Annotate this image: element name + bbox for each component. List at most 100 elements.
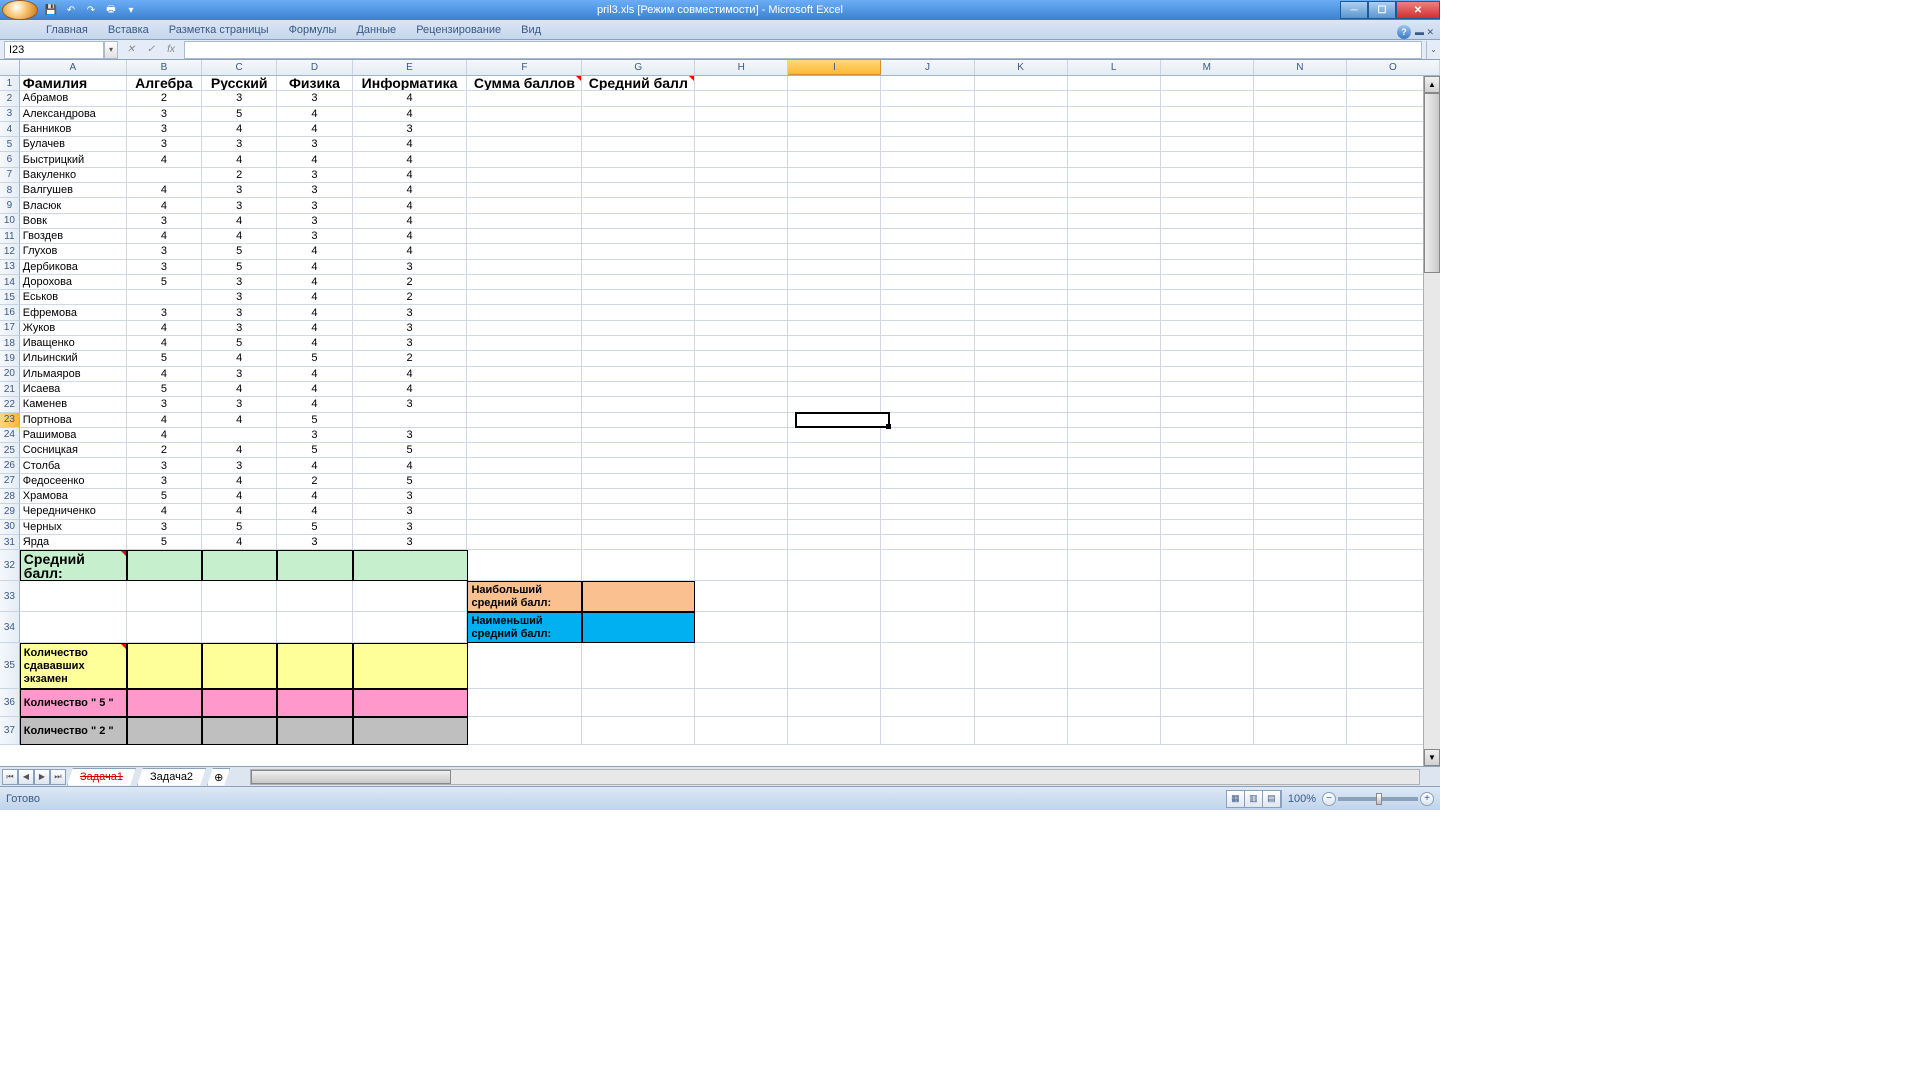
cell[interactable]: 4 xyxy=(127,229,202,244)
cell[interactable] xyxy=(695,504,788,519)
cell[interactable] xyxy=(582,581,695,612)
row-header[interactable]: 10 xyxy=(0,214,20,229)
column-header[interactable]: M xyxy=(1161,60,1254,75)
cell[interactable] xyxy=(582,717,695,745)
cell[interactable] xyxy=(881,535,974,550)
cell[interactable]: 3 xyxy=(277,183,352,198)
cell[interactable] xyxy=(788,458,881,473)
vertical-scrollbar[interactable]: ▲ ▼ xyxy=(1423,76,1440,766)
cell[interactable] xyxy=(1254,107,1347,122)
cell[interactable] xyxy=(1254,504,1347,519)
cell[interactable] xyxy=(127,550,202,581)
cell[interactable] xyxy=(1161,550,1254,581)
cell[interactable]: 3 xyxy=(127,107,202,122)
cell[interactable]: Дорохова xyxy=(20,275,127,290)
spreadsheet-grid[interactable]: ABCDEFGHIJKLMNO 1ФамилияАлгебраРусскийФи… xyxy=(0,60,1440,766)
cell[interactable]: Наибольший средний балл: xyxy=(467,581,582,612)
cell[interactable] xyxy=(975,612,1068,643)
cell[interactable] xyxy=(1068,260,1161,275)
cell[interactable]: 4 xyxy=(202,413,277,428)
cell[interactable] xyxy=(1161,443,1254,458)
cell[interactable] xyxy=(467,91,582,106)
cell[interactable] xyxy=(582,214,695,229)
cell[interactable] xyxy=(582,305,695,320)
cell[interactable]: 4 xyxy=(277,397,352,412)
cell[interactable] xyxy=(881,76,974,91)
cell[interactable]: 3 xyxy=(202,321,277,336)
cell[interactable] xyxy=(1068,520,1161,535)
cancel-formula-icon[interactable]: ✕ xyxy=(122,41,140,59)
cell[interactable]: Портнова xyxy=(20,413,127,428)
cell[interactable]: 3 xyxy=(127,137,202,152)
cell[interactable] xyxy=(695,397,788,412)
cell[interactable] xyxy=(1068,321,1161,336)
column-header[interactable]: N xyxy=(1254,60,1347,75)
cell[interactable]: 5 xyxy=(127,489,202,504)
cell[interactable]: 3 xyxy=(127,458,202,473)
cell[interactable] xyxy=(277,581,352,612)
cell[interactable] xyxy=(1161,351,1254,366)
cell[interactable] xyxy=(695,643,788,689)
cell[interactable]: 2 xyxy=(277,474,352,489)
cell[interactable] xyxy=(277,689,352,717)
cell[interactable] xyxy=(1161,336,1254,351)
cell[interactable]: 3 xyxy=(353,305,468,320)
row-header[interactable]: 34 xyxy=(0,612,20,643)
cell[interactable] xyxy=(788,152,881,167)
column-header[interactable]: F xyxy=(467,60,582,75)
cell[interactable] xyxy=(582,413,695,428)
close-button[interactable]: ✕ xyxy=(1396,1,1440,19)
cell[interactable] xyxy=(975,397,1068,412)
cell[interactable] xyxy=(1068,397,1161,412)
cell[interactable] xyxy=(881,428,974,443)
print-icon[interactable]: 🖶 xyxy=(102,1,120,19)
cell[interactable] xyxy=(788,244,881,259)
cell[interactable] xyxy=(1161,520,1254,535)
cell[interactable] xyxy=(975,717,1068,745)
cell[interactable] xyxy=(582,198,695,213)
cell[interactable] xyxy=(1161,581,1254,612)
cell[interactable] xyxy=(788,305,881,320)
cell[interactable]: Абрамов xyxy=(20,91,127,106)
cell[interactable] xyxy=(467,443,582,458)
cell[interactable]: Алгебра xyxy=(127,76,202,91)
cell[interactable] xyxy=(1068,168,1161,183)
cell[interactable]: 3 xyxy=(277,198,352,213)
cell[interactable]: 4 xyxy=(277,305,352,320)
cell[interactable]: 4 xyxy=(277,290,352,305)
row-header[interactable]: 4 xyxy=(0,122,20,137)
cell[interactable] xyxy=(1161,290,1254,305)
cell[interactable] xyxy=(695,107,788,122)
cell[interactable]: 5 xyxy=(127,275,202,290)
cell[interactable] xyxy=(881,351,974,366)
cell[interactable]: 2 xyxy=(353,275,468,290)
cell[interactable] xyxy=(975,458,1068,473)
cell[interactable] xyxy=(582,290,695,305)
cell[interactable]: 4 xyxy=(353,137,468,152)
cell[interactable] xyxy=(975,504,1068,519)
cell[interactable] xyxy=(1068,229,1161,244)
cell[interactable] xyxy=(1068,413,1161,428)
cell[interactable] xyxy=(695,428,788,443)
cell[interactable] xyxy=(582,321,695,336)
cell[interactable] xyxy=(975,336,1068,351)
cell[interactable]: 3 xyxy=(127,474,202,489)
cell[interactable] xyxy=(467,229,582,244)
cell[interactable]: 4 xyxy=(202,535,277,550)
cell[interactable] xyxy=(881,321,974,336)
cell[interactable] xyxy=(468,643,583,689)
cell[interactable] xyxy=(467,122,582,137)
cell[interactable] xyxy=(695,336,788,351)
cell[interactable] xyxy=(467,260,582,275)
cell[interactable] xyxy=(582,367,695,382)
cell[interactable] xyxy=(1254,581,1347,612)
cell[interactable]: 3 xyxy=(202,137,277,152)
cell[interactable] xyxy=(467,137,582,152)
cell[interactable] xyxy=(1161,612,1254,643)
row-header[interactable]: 1 xyxy=(0,76,20,91)
cell[interactable]: 4 xyxy=(127,198,202,213)
cell[interactable]: 5 xyxy=(353,443,468,458)
cell[interactable] xyxy=(881,168,974,183)
row-header[interactable]: 7 xyxy=(0,168,20,183)
select-all-corner[interactable] xyxy=(0,60,20,75)
